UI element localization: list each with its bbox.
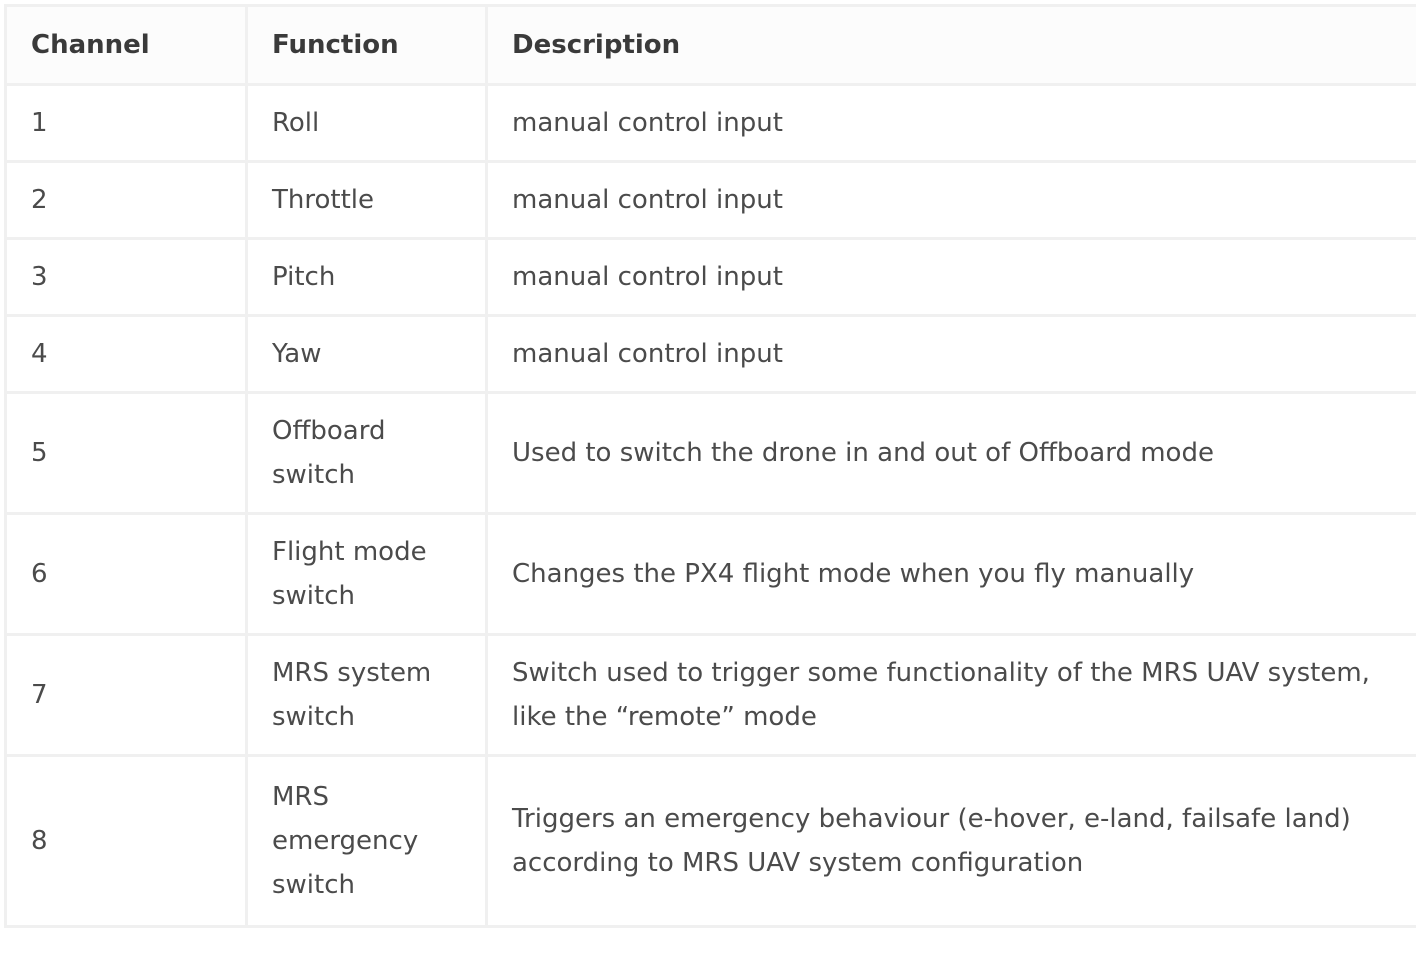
cell-function: Throttle: [245, 160, 488, 240]
cell-channel: 2: [4, 160, 248, 240]
cell-description: manual control input: [485, 314, 1416, 394]
table-row: 3 Pitch manual control input: [4, 237, 1416, 317]
channel-table-container: Channel Function Description 1 Roll manu…: [4, 4, 1416, 928]
cell-channel: 8: [4, 754, 248, 928]
rc-channel-table: Channel Function Description 1 Roll manu…: [4, 4, 1416, 928]
table-header-row: Channel Function Description: [4, 4, 1416, 86]
cell-description: manual control input: [485, 160, 1416, 240]
cell-description: Used to switch the drone in and out of O…: [485, 391, 1416, 515]
header-function: Function: [245, 4, 488, 86]
table-row: 5 Offboard switch Used to switch the dro…: [4, 391, 1416, 515]
cell-function: MRS emergency switch: [245, 754, 488, 928]
cell-description: Switch used to trigger some functionalit…: [485, 633, 1416, 757]
table-row: 8 MRS emergency switch Triggers an emerg…: [4, 754, 1416, 928]
table-row: 4 Yaw manual control input: [4, 314, 1416, 394]
cell-function: Pitch: [245, 237, 488, 317]
table-row: 2 Throttle manual control input: [4, 160, 1416, 240]
cell-function: Roll: [245, 83, 488, 163]
table-row: 6 Flight mode switch Changes the PX4 fli…: [4, 512, 1416, 636]
cell-description: Triggers an emergency behaviour (e-hover…: [485, 754, 1416, 928]
cell-channel: 5: [4, 391, 248, 515]
cell-channel: 3: [4, 237, 248, 317]
cell-function: Offboard switch: [245, 391, 488, 515]
cell-channel: 6: [4, 512, 248, 636]
table-row: 1 Roll manual control input: [4, 83, 1416, 163]
cell-channel: 1: [4, 83, 248, 163]
cell-channel: 7: [4, 633, 248, 757]
header-description: Description: [485, 4, 1416, 86]
cell-function: Flight mode switch: [245, 512, 488, 636]
table-row: 7 MRS system switch Switch used to trigg…: [4, 633, 1416, 757]
cell-description: Changes the PX4 flight mode when you fly…: [485, 512, 1416, 636]
cell-function: MRS system switch: [245, 633, 488, 757]
cell-channel: 4: [4, 314, 248, 394]
header-channel: Channel: [4, 4, 248, 86]
cell-description: manual control input: [485, 83, 1416, 163]
cell-description: manual control input: [485, 237, 1416, 317]
cell-function: Yaw: [245, 314, 488, 394]
